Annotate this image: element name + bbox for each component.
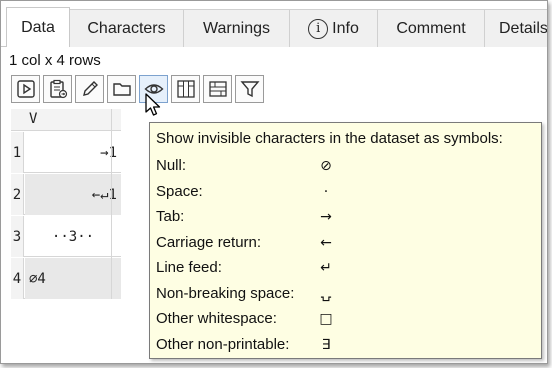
tab-symbol-icon: → (320, 209, 332, 225)
grid-border (111, 109, 112, 299)
tooltip-item-label: Other non-printable: (156, 335, 290, 353)
tooltip-item-tab: Tab: → (156, 204, 541, 230)
tooltip-item-other-whitespace: Other whitespace: □ (156, 306, 541, 332)
space-symbol-icon: · (323, 183, 329, 200)
tab-label: Info (332, 19, 359, 37)
tooltip-item-non-breaking-space: Non-breaking space: ⍽ (156, 281, 541, 307)
tab-warnings[interactable]: Warnings (183, 9, 290, 47)
tab-bar: Data Characters Warnings i Info Comment D… (1, 1, 548, 47)
column-name: V (29, 111, 38, 127)
other-whitespace-symbol-icon: □ (319, 311, 333, 327)
tooltip-item-null: Null: ⊘ (156, 153, 541, 179)
row-number: 4 (11, 258, 24, 299)
tooltip-heading: Show invisible characters in the dataset… (156, 130, 503, 147)
row-number: 2 (11, 174, 24, 215)
tab-label: Characters (87, 19, 166, 37)
tooltip: Show invisible characters in the dataset… (149, 122, 542, 359)
tooltip-item-space: Space: · (156, 179, 541, 205)
tab-label: Comment (396, 19, 466, 37)
tooltip-item-carriage-return: Carriage return: ← (156, 230, 541, 256)
play-icon (16, 80, 35, 98)
toolbar (11, 75, 267, 103)
edit-button[interactable] (75, 75, 104, 103)
tab-label: Data (21, 18, 55, 36)
null-symbol-icon: ⊘ (320, 158, 332, 174)
tooltip-item-label: Null: (156, 157, 187, 174)
other-non-printable-symbol-icon: ∃ (321, 336, 331, 353)
filter-icon (239, 81, 260, 98)
app-window: Data Characters Warnings i Info Comment D… (0, 0, 548, 364)
table-row[interactable]: 3 ··3·· (11, 216, 121, 257)
tooltip-item-label: Non-breaking space: (156, 284, 295, 302)
open-folder-button[interactable] (107, 75, 136, 103)
row-number: 3 (11, 216, 24, 257)
paste-button[interactable] (43, 75, 72, 103)
tab-comment[interactable]: Comment (377, 9, 485, 47)
tab-data[interactable]: Data (6, 7, 70, 47)
table-row[interactable]: 1 →1 (11, 132, 121, 173)
row-number: 1 (11, 132, 24, 173)
tooltip-item-label: Line feed: (156, 259, 222, 276)
column-header[interactable]: V (11, 109, 121, 131)
table-row[interactable]: 2 ←↵1 (11, 174, 121, 215)
tooltip-item-line-feed: Line feed: ↵ (156, 255, 541, 281)
run-button[interactable] (11, 75, 40, 103)
mouse-cursor-icon (145, 93, 161, 116)
cell-value[interactable]: ··3·· (25, 216, 121, 257)
tab-characters[interactable]: Characters (69, 9, 184, 47)
carriage-return-symbol-icon: ← (320, 234, 332, 251)
columns-button[interactable] (171, 75, 200, 103)
non-breaking-space-symbol-icon: ⍽ (320, 285, 332, 302)
tooltip-item-label: Space: (156, 182, 203, 200)
rows-icon (208, 81, 227, 97)
info-icon: i (308, 18, 329, 39)
filter-button[interactable] (235, 75, 264, 103)
cell-value[interactable]: →1 (25, 132, 121, 173)
columns-icon (176, 80, 195, 98)
rows-button[interactable] (203, 75, 232, 103)
folder-icon (112, 83, 131, 96)
line-feed-symbol-icon: ↵ (320, 260, 332, 276)
tab-label: Details (499, 19, 548, 37)
tooltip-item-label: Tab: (156, 208, 185, 225)
tab-info[interactable]: i Info (289, 9, 378, 47)
tooltip-item-label: Carriage return: (156, 233, 262, 251)
pencil-icon (82, 81, 98, 96)
table-row[interactable]: 4 ∅4 (11, 258, 121, 299)
tooltip-item-other-non-printable: Other non-printable: ∃ (156, 332, 541, 358)
paste-icon (49, 79, 67, 99)
tooltip-item-label: Other whitespace: (156, 310, 277, 327)
dataset-dimensions: 1 col x 4 rows (9, 52, 101, 69)
cell-value[interactable]: ←↵1 (25, 174, 121, 215)
tab-details[interactable]: Details (484, 9, 548, 47)
cell-value[interactable]: ∅4 (25, 258, 121, 299)
tab-label: Warnings (203, 19, 270, 37)
